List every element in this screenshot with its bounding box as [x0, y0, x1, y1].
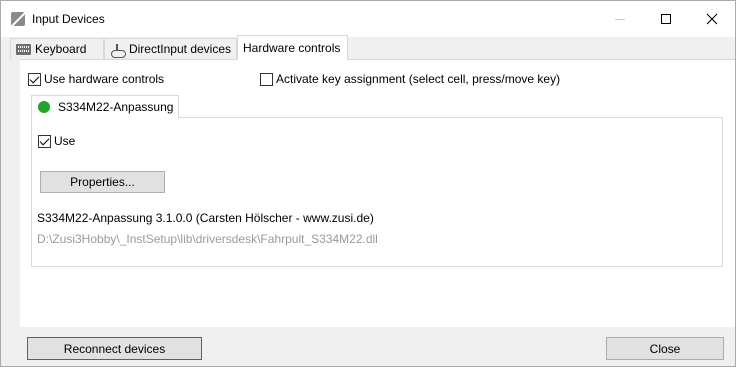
- driver-path-text: D:\Zusi3Hobby\_InstSetup\lib\driversdesk…: [37, 232, 378, 246]
- tab-directinput-label: DirectInput devices: [128, 42, 231, 56]
- tab-s334m22-anpassung[interactable]: S334M22-Anpassung: [31, 95, 179, 118]
- reconnect-devices-button[interactable]: Reconnect devices: [27, 337, 202, 360]
- use-hardware-controls-checkbox[interactable]: Use hardware controls: [28, 72, 164, 86]
- use-device-label: Use: [54, 134, 76, 148]
- activate-key-assignment-checkbox[interactable]: Activate key assignment (select cell, pr…: [260, 72, 560, 86]
- use-device-checkbox[interactable]: Use: [38, 134, 75, 148]
- maximize-icon: [661, 14, 671, 24]
- keyboard-icon: [16, 43, 31, 55]
- reconnect-devices-label: Reconnect devices: [63, 341, 166, 356]
- hardware-controls-panel: Use hardware controls Activate key assig…: [20, 59, 735, 327]
- use-hardware-controls-label: Use hardware controls: [44, 72, 165, 86]
- activate-key-assignment-label: Activate key assignment (select cell, pr…: [276, 72, 561, 86]
- app-icon: [11, 12, 25, 26]
- title-bar: Input Devices: [1, 1, 735, 37]
- checkbox-unchecked-icon: [260, 72, 273, 86]
- checkbox-checked-icon: [38, 134, 51, 148]
- close-icon: [706, 13, 718, 25]
- maximize-button[interactable]: [643, 1, 689, 37]
- close-button-label: Close: [649, 341, 681, 356]
- tab-hardware-controls[interactable]: Hardware controls: [237, 35, 348, 60]
- status-dot-icon: [38, 101, 50, 113]
- tab-hardware-label: Hardware controls: [243, 41, 341, 55]
- tab-keyboard-label: Keyboard: [35, 42, 87, 56]
- checkbox-checked-icon: [28, 72, 41, 86]
- window-title: Input Devices: [32, 12, 105, 26]
- minimize-button[interactable]: [597, 1, 643, 37]
- device-panel: Use Properties... S334M22-Anpassung 3.1.…: [31, 117, 723, 267]
- properties-button[interactable]: Properties...: [40, 171, 165, 193]
- close-button[interactable]: Close: [606, 337, 724, 360]
- minimize-icon: [615, 18, 625, 20]
- joystick-icon: [110, 43, 126, 58]
- tab-keyboard[interactable]: Keyboard: [10, 38, 104, 59]
- device-tab-label: S334M22-Anpassung: [58, 100, 174, 114]
- properties-button-label: Properties...: [70, 175, 135, 189]
- driver-info-text: S334M22-Anpassung 3.1.0.0 (Carsten Hölsc…: [37, 211, 374, 225]
- tab-directinput-devices[interactable]: DirectInput devices: [104, 38, 237, 59]
- close-window-button[interactable]: [689, 1, 735, 37]
- input-devices-window: Input Devices Keyboard DirectInput devic…: [0, 0, 736, 367]
